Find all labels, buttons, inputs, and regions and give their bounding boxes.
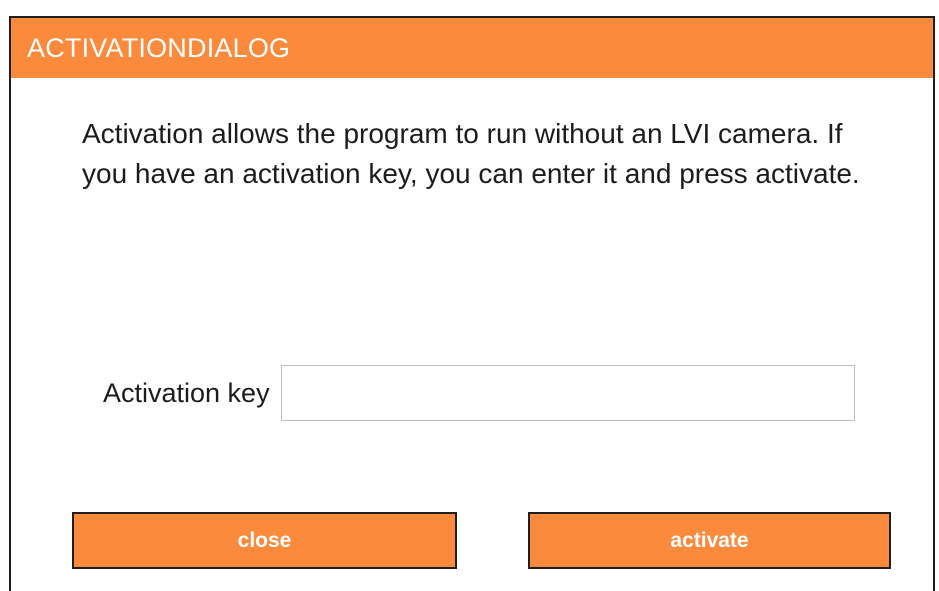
close-button[interactable]: close [72,512,457,569]
activation-key-row: Activation key [103,364,855,422]
activation-key-label: Activation key [103,377,270,408]
activation-dialog: ACTIVATIONDIALOG Activation allows the p… [9,16,935,591]
dialog-title: ACTIVATIONDIALOG [27,32,291,63]
activation-message: Activation allows the program to run wit… [82,118,860,189]
title-bar: ACTIVATIONDIALOG [11,18,933,78]
activation-key-input[interactable] [280,365,855,421]
activate-button[interactable]: activate [528,512,891,569]
